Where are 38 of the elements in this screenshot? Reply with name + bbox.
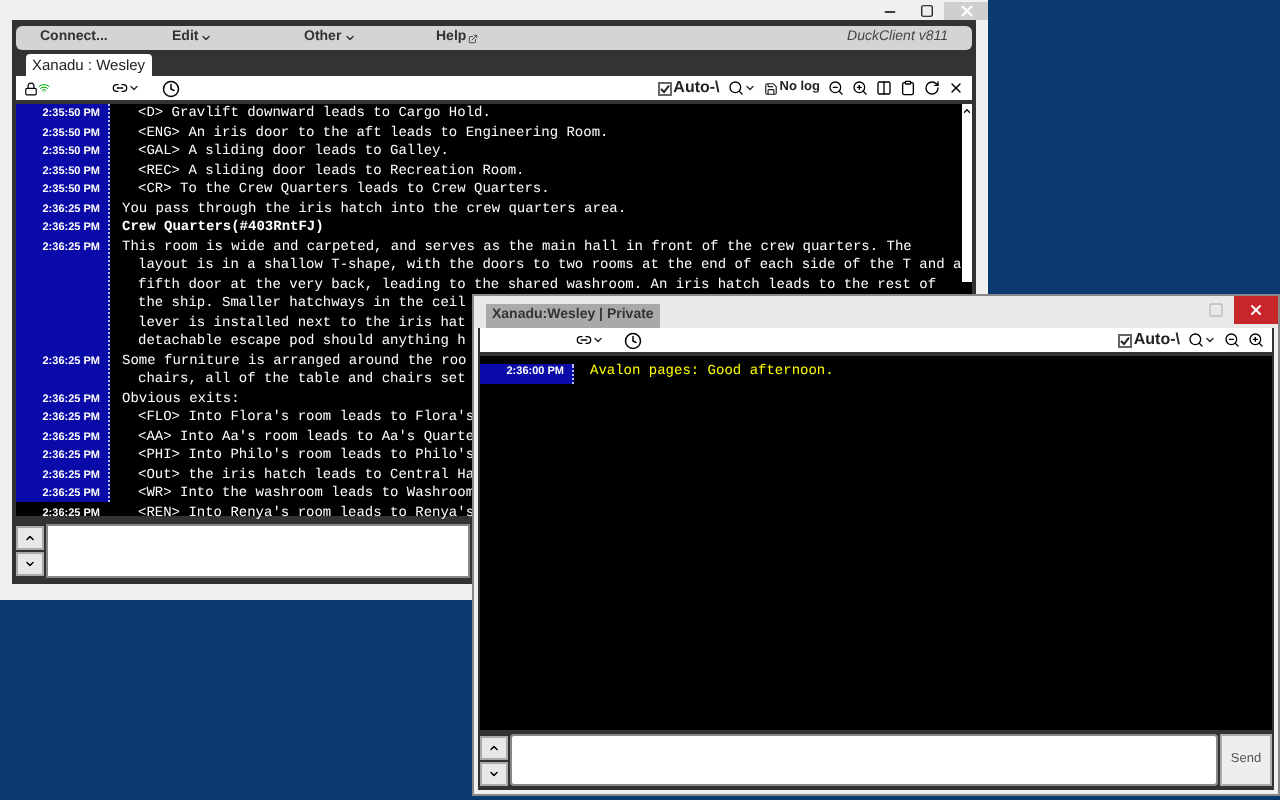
link-icon[interactable] bbox=[576, 332, 592, 348]
auto-label: Auto-\ bbox=[673, 76, 720, 100]
lock-wifi-icon bbox=[24, 81, 50, 95]
history-down-button[interactable] bbox=[16, 551, 44, 575]
caret-icon bbox=[592, 334, 604, 346]
close-icon bbox=[1248, 302, 1264, 318]
search-icon[interactable] bbox=[727, 80, 744, 96]
caret-icon bbox=[128, 82, 140, 94]
panel-icon[interactable] bbox=[876, 80, 892, 96]
clock-icon[interactable] bbox=[162, 79, 180, 97]
clock-icon[interactable] bbox=[624, 331, 642, 349]
caret-icon bbox=[343, 32, 356, 44]
zoom-in-icon[interactable] bbox=[852, 80, 868, 96]
search-icon[interactable] bbox=[1188, 332, 1204, 348]
caret-icon bbox=[743, 82, 756, 94]
history-down-button[interactable] bbox=[480, 761, 508, 785]
scrollbar[interactable] bbox=[961, 104, 972, 282]
command-input[interactable] bbox=[46, 523, 470, 577]
close-icon bbox=[957, 2, 975, 20]
auto-checkbox[interactable] bbox=[1117, 333, 1132, 347]
maximize-icon bbox=[919, 4, 933, 18]
caret-icon bbox=[1204, 334, 1216, 346]
external-link-icon bbox=[468, 33, 479, 43]
history-up-button[interactable] bbox=[480, 735, 508, 759]
link-icon[interactable] bbox=[112, 80, 128, 96]
close-button[interactable] bbox=[1234, 296, 1278, 324]
zoom-in-icon[interactable] bbox=[1248, 332, 1264, 348]
zoom-out-icon[interactable] bbox=[828, 80, 844, 96]
reload-icon[interactable] bbox=[924, 80, 940, 96]
history-up-button[interactable] bbox=[16, 525, 44, 549]
caret-icon bbox=[200, 32, 213, 44]
close-icon[interactable] bbox=[948, 80, 964, 96]
auto-checkbox[interactable] bbox=[657, 81, 672, 95]
message-input[interactable] bbox=[510, 734, 1218, 786]
zoom-out-icon[interactable] bbox=[1224, 332, 1240, 348]
auto-label: Auto-\ bbox=[1133, 328, 1180, 352]
maximize-icon bbox=[1208, 302, 1224, 318]
clipboard-icon[interactable] bbox=[900, 80, 916, 96]
